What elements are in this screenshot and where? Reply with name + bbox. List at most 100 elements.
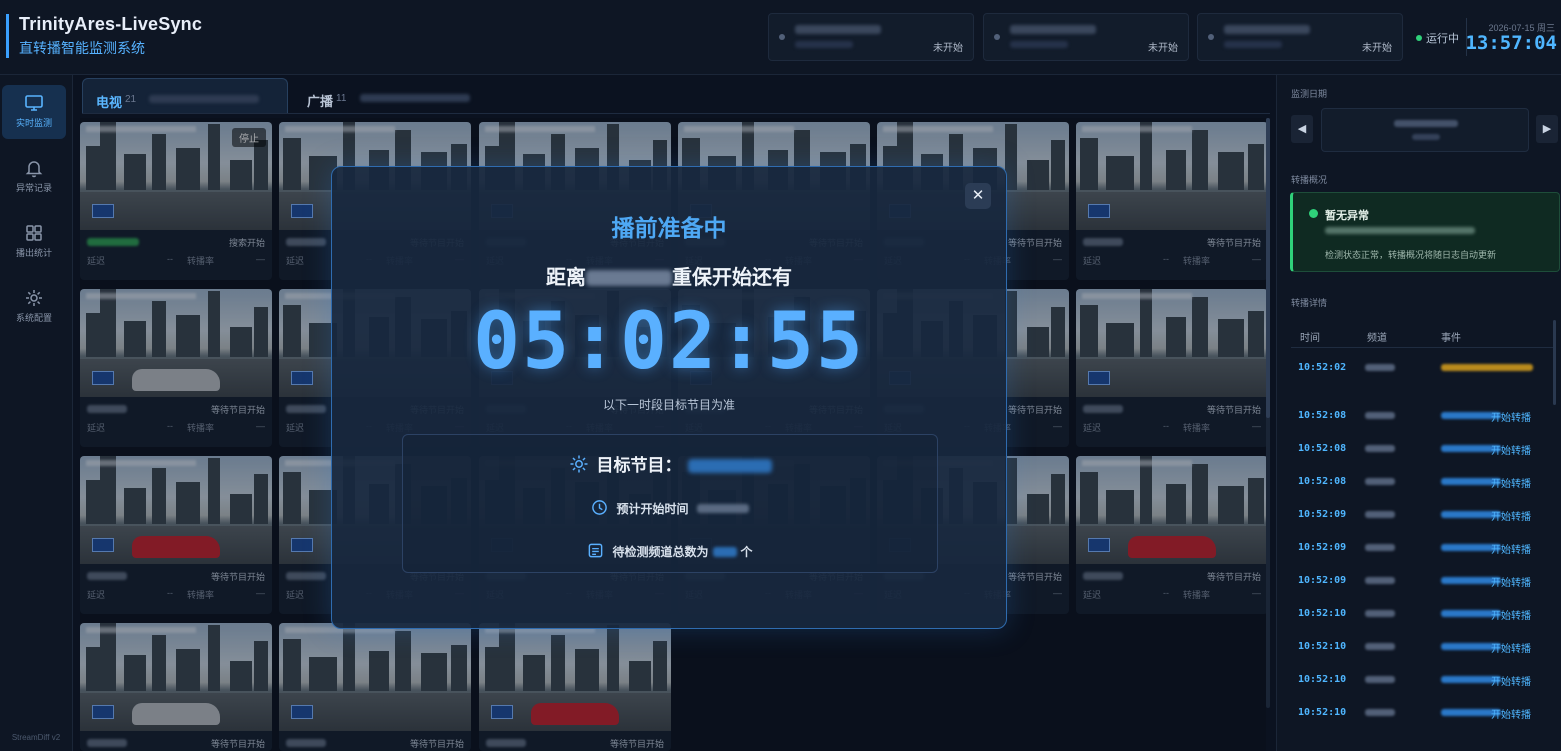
log-row[interactable]: 10:52:09 开始转播 [1291,565,1553,598]
tab-divider [82,113,1270,114]
log-row[interactable]: 10:52:08 开始转播 [1291,466,1553,499]
count-suffix: 个 [740,545,753,559]
log-channel-redacted [1365,577,1395,584]
log-event-suffix: 开始转播 [1491,710,1531,721]
log-row[interactable]: 10:52:08 开始转播 [1291,433,1553,466]
status-dot-icon [1416,35,1422,41]
task-time-redacted [1010,41,1068,48]
grid-icon [2,223,66,243]
task-card-3[interactable]: 未开始 [1197,13,1403,61]
next-date-button[interactable]: ▶ [1536,115,1558,143]
run-status: 运行中 [1416,30,1459,46]
log-event-suffix: 开始转播 [1491,545,1531,556]
target-name-redacted [687,459,772,473]
log-channel-redacted [1365,511,1395,518]
log-time: 10:52:10 [1298,674,1347,685]
right-panel: 监测日期 ◀ ▶ 转播概况 暂无异常 检测状态正常，转播概况将随日志自动更新 转… [1276,75,1561,751]
tab-detail-redacted [149,95,259,103]
sidebar-item-label: 播出统计 [15,248,52,258]
log-event-suffix: 开始转播 [1491,413,1531,424]
log-channel-redacted [1365,610,1395,617]
log-time: 10:52:08 [1298,410,1347,421]
close-button[interactable]: ✕ [965,183,991,209]
log-time: 10:52:09 [1298,509,1347,520]
log-table-header: 时间 频道 事件 [1291,327,1553,348]
task-state: 未开始 [1148,43,1178,54]
sidebar-item-alerts[interactable]: 异常记录 [2,150,66,204]
date-redacted [1394,120,1458,127]
col-time: 时间 [1300,333,1320,344]
tab-label: 广播 [307,94,334,109]
event-name-redacted [586,270,672,286]
run-status-label: 运行中 [1426,33,1459,45]
grid-scroll-thumb[interactable] [1266,118,1270,418]
tab-count: 11 [336,93,347,104]
log-channel-redacted [1365,412,1395,419]
log-event-redacted [1441,364,1533,371]
task-card-1[interactable]: 未开始 [768,13,974,61]
task-card-2[interactable]: 未开始 [983,13,1189,61]
target-info-box: 目标节目： 预计开始时间 待检测频道总数为 个 [402,434,938,573]
overview-detail-redacted [1325,227,1475,234]
log-time: 10:52:10 [1298,608,1347,619]
monitor-icon [2,93,66,113]
start-time-row: 预计开始时间 [403,499,937,519]
task-time-redacted [795,41,853,48]
sidebar-item-label: 系统配置 [15,313,52,323]
log-time: 10:52:09 [1298,542,1347,553]
tab-radio[interactable]: 广播 11 [294,78,498,112]
close-icon: ✕ [971,187,985,204]
log-event-suffix: 开始转播 [1491,446,1531,457]
log-row[interactable]: 10:52:08 开始转播 [1291,400,1553,433]
prev-date-button[interactable]: ◀ [1291,115,1313,143]
pre-broadcast-modal: ✕ 播前准备中 距离 重保开始还有 05:02:55 以下一时段目标节目为准 目标… [331,166,1007,629]
log-row[interactable]: 10:52:10 开始转播 [1291,697,1553,730]
log-event-suffix: 开始转播 [1491,611,1531,622]
sidebar-item-label: 异常记录 [15,183,52,193]
log-row[interactable]: 10:52:09 开始转播 [1291,499,1553,532]
log-channel-redacted [1365,445,1395,452]
sidebar-item-settings[interactable]: 系统配置 [2,280,66,334]
log-event-suffix: 开始转播 [1491,512,1531,523]
log-row[interactable]: 10:52:02 [1291,352,1553,398]
date-section-label: 监测日期 [1291,89,1328,99]
subtitle-suffix: 重保开始还有 [672,267,792,289]
date-display [1321,108,1529,152]
sidebar-item-stats[interactable]: 播出统计 [2,215,66,269]
task-name-redacted [1224,25,1310,34]
log-scrollbar[interactable] [1553,320,1556,405]
log-channel-redacted [1365,478,1395,485]
log-row[interactable]: 10:52:10 开始转播 [1291,664,1553,697]
log-event-suffix: 开始转播 [1491,479,1531,490]
overview-desc: 检测状态正常，转播概况将随日志自动更新 [1325,250,1497,260]
log-channel-redacted [1365,364,1395,371]
app-title: TrinityAres-LiveSync [19,14,203,34]
log-event-suffix: 开始转播 [1491,677,1531,688]
grid-scrollbar[interactable] [1266,118,1270,708]
sidebar: 实时监测 异常记录 播出统计 系统配置 StreamDiff v2 [0,75,73,751]
clock-icon [591,499,608,519]
ok-dot-icon [1309,209,1318,218]
log-channel-redacted [1365,643,1395,650]
log-row[interactable]: 10:52:09 开始转播 [1291,532,1553,565]
tab-tv[interactable]: 电视 21 [82,78,288,113]
weekday-redacted [1412,134,1440,140]
log-event-suffix: 开始转播 [1491,578,1531,589]
countdown-note: 以下一时段目标节目为准 [602,398,735,412]
task-dot [1208,34,1214,40]
task-state: 未开始 [933,43,963,54]
log-row[interactable]: 10:52:10 开始转播 [1291,598,1553,631]
log-channel-redacted [1365,709,1395,716]
log-time: 10:52:09 [1298,575,1347,586]
task-name-redacted [1010,25,1096,34]
col-channel: 频道 [1367,333,1387,344]
channel-count-redacted [712,547,737,557]
task-dot [779,34,785,40]
channel-tabs: 电视 21 广播 11 [82,78,1270,114]
col-event: 事件 [1441,333,1461,344]
footnote: StreamDiff v2 [11,733,61,742]
log-row[interactable]: 10:52:10 开始转播 [1291,631,1553,664]
sidebar-item-label: 实时监测 [15,118,52,128]
sidebar-item-realtime[interactable]: 实时监测 [2,85,66,139]
log-time: 10:52:10 [1298,707,1347,718]
